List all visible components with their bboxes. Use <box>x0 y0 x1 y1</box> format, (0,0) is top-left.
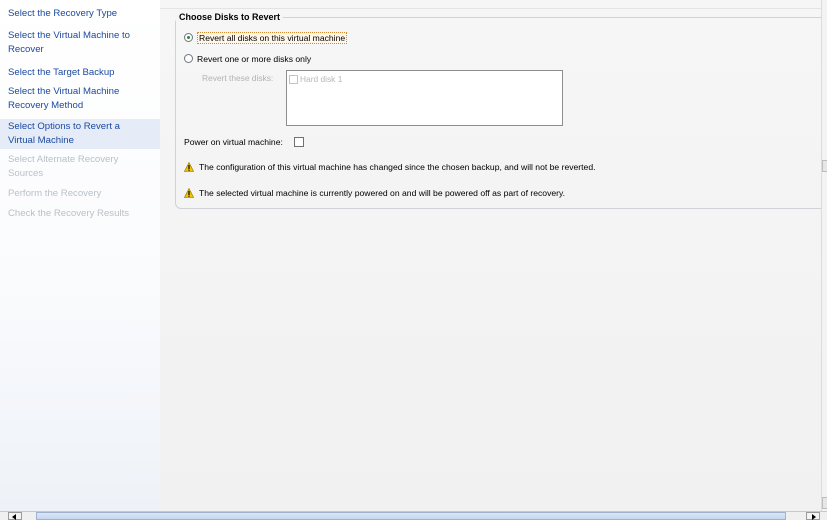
disk-list-item: Hard disk 1 <box>289 74 342 84</box>
step-select-recovery-type[interactable]: Select the Recovery Type <box>0 7 160 21</box>
step-check-recovery-results: Check the Recovery Results <box>0 207 160 221</box>
radio-revert-some-disks[interactable]: Revert one or more disks only <box>184 52 311 65</box>
warning-icon <box>184 162 194 172</box>
step-select-alternate-recovery-sources: Select Alternate Recovery Sources <box>0 153 160 181</box>
step-select-vm-to-recover[interactable]: Select the Virtual Machine to Recover <box>0 29 160 57</box>
step-label: Select the Target Backup <box>8 67 115 78</box>
warning-icon <box>184 188 194 198</box>
top-divider <box>160 8 821 9</box>
scroll-left-button[interactable] <box>8 512 22 520</box>
step-label-line2: Virtual Machine <box>8 135 74 146</box>
step-select-options-revert-vm[interactable]: Select Options to Revert a Virtual Machi… <box>0 119 160 149</box>
step-select-vm-recovery-method[interactable]: Select the Virtual Machine Recovery Meth… <box>0 85 160 113</box>
warning-powered-on: The selected virtual machine is currentl… <box>184 188 565 198</box>
vertical-scrollbar[interactable] <box>821 0 827 511</box>
step-label: Check the Recovery Results <box>8 208 130 219</box>
step-label: Perform the Recovery <box>8 188 102 199</box>
scroll-left-icon <box>12 514 16 520</box>
step-label: Select Options to Revert a <box>8 121 120 132</box>
step-label: Select the Virtual Machine <box>8 86 120 97</box>
scroll-right-icon <box>812 514 816 520</box>
disk-checkbox <box>289 74 298 84</box>
warning-text: The configuration of this virtual machin… <box>199 162 596 172</box>
warning-text: The selected virtual machine is currentl… <box>199 188 566 198</box>
scroll-right-button[interactable] <box>806 512 820 520</box>
scrollbar-thumb[interactable] <box>36 512 786 520</box>
radio-button[interactable] <box>184 54 193 63</box>
step-label: Select Alternate Recovery <box>8 154 119 165</box>
step-label: Select the Recovery Type <box>8 8 118 19</box>
disk-list: Hard disk 1 <box>286 70 563 126</box>
group-title: Choose Disks to Revert <box>176 12 284 22</box>
radio-button-checked[interactable] <box>184 33 193 42</box>
step-label-line2: Sources <box>8 168 44 179</box>
step-select-target-backup[interactable]: Select the Target Backup <box>0 66 160 80</box>
power-on-label: Power on virtual machine: <box>184 137 283 147</box>
horizontal-scrollbar[interactable] <box>0 511 827 520</box>
wizard-steps-sidebar: Select the Recovery Type Select the Virt… <box>0 0 160 511</box>
step-label: Select the Virtual Machine to <box>8 30 130 41</box>
revert-these-disks-label: Revert these disks: <box>202 73 274 83</box>
radio-label: Revert one or more disks only <box>197 53 312 64</box>
step-label-line2: Recovery Method <box>8 100 84 111</box>
power-on-checkbox[interactable] <box>294 137 304 147</box>
radio-revert-all-disks[interactable]: Revert all disks on this virtual machine <box>184 31 348 44</box>
scrollbar-grip[interactable] <box>822 160 827 172</box>
radio-label: Revert all disks on this virtual machine <box>197 31 348 44</box>
scroll-down-button[interactable] <box>822 497 827 509</box>
warning-config-changed: The configuration of this virtual machin… <box>184 162 596 172</box>
step-perform-recovery: Perform the Recovery <box>0 187 160 201</box>
step-label-line2: Recover <box>8 44 44 55</box>
disk-name: Hard disk 1 <box>300 74 343 84</box>
